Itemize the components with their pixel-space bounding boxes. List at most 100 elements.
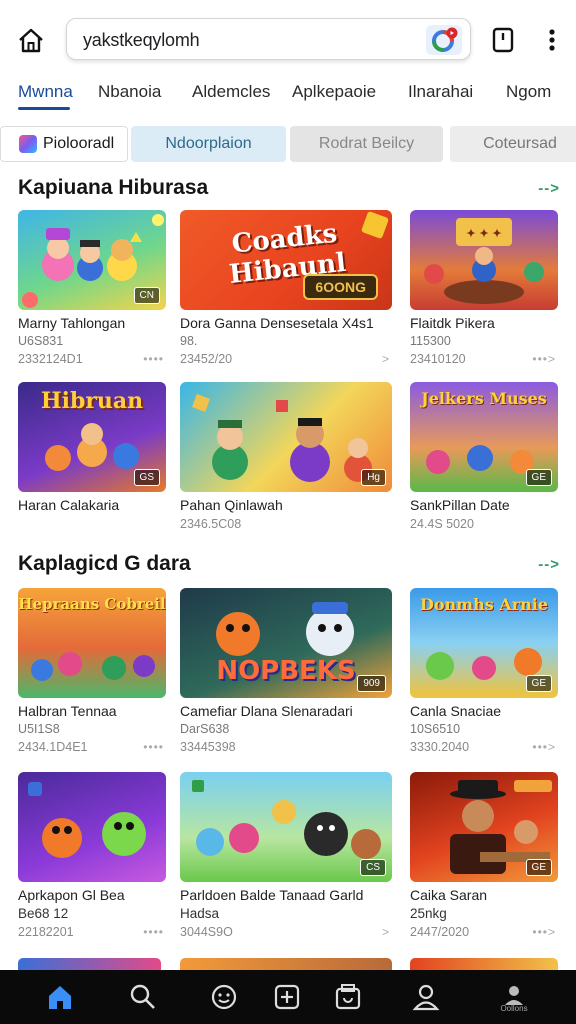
card-subtitle: DarS638 — [180, 722, 230, 736]
card-thumbnail: Donmhs Arnie GE — [410, 588, 558, 698]
card-badge: 909 — [357, 675, 386, 692]
section-title: Kapiuana Hiburasa — [18, 176, 209, 199]
chip-4[interactable]: Coteursad — [450, 126, 576, 162]
card-title: SankPillan Date — [410, 497, 510, 513]
chip-3[interactable]: Rodrat Beilcy — [290, 126, 443, 162]
card-title: Haran Calakaria — [18, 497, 120, 513]
card-subtitle: 115300 — [410, 334, 451, 348]
nav-item-3[interactable]: Aldemcles — [192, 82, 270, 102]
card-thumbnail: Coadks Hibaunl 6OONG — [180, 210, 392, 310]
card-date: 3330.2040 •••> — [410, 740, 558, 754]
card-date: 2434.1D4E1 •••• — [18, 740, 166, 754]
card-date: 2332124D1 •••• — [18, 352, 166, 366]
card-date-text: 2434.1D4E1 — [18, 740, 88, 754]
content-card[interactable]: Jelkers Muses GE SankPillan Date 24.4S 5… — [410, 382, 558, 531]
more-dots-icon[interactable]: •••• — [143, 740, 164, 754]
nav-item-5[interactable]: Ilnarahai — [408, 82, 473, 102]
card-badge: GS — [133, 469, 160, 486]
chevron-right-icon[interactable]: > — [382, 925, 390, 939]
more-dots-icon[interactable]: •••> — [532, 740, 556, 754]
card-title: Canla Snaciae — [410, 703, 502, 719]
card-thumbnail: ✦ ✦ ✦ — [410, 210, 558, 310]
url-bar[interactable]: yakstkeqylomh — [66, 18, 471, 60]
card-date-text: 3044S9O — [180, 925, 233, 939]
chip-label: Coteursad — [483, 135, 557, 152]
card-subtitle: 98. — [180, 334, 198, 348]
card-title: Dora Ganna Densesetala X4s1 — [180, 315, 374, 331]
card-thumbnail — [18, 772, 166, 882]
overflow-menu-icon[interactable] — [542, 26, 562, 54]
content-card[interactable]: Hg Pahan Qinlawah 2346.5C08 — [180, 382, 392, 531]
card-date: 23452/20 > — [180, 352, 392, 366]
content-card[interactable]: CS Parldoen Balde Tanaad Garld Hadsa 304… — [180, 772, 392, 939]
chevron-right-icon[interactable]: > — [382, 352, 390, 366]
content-card[interactable]: Donmhs Arnie GE Canla Snaciae 10S6510 33… — [410, 588, 558, 754]
account-label: Oollons — [500, 1004, 528, 1013]
card-thumbnail: Hibruan GS — [18, 382, 166, 492]
card-date-text: 24.4S 5020 — [410, 517, 474, 531]
library-icon[interactable] — [331, 980, 365, 1014]
nav-item-6[interactable]: Ngom — [506, 82, 551, 102]
card-date: 2346.5C08 — [180, 517, 392, 531]
tabs-icon[interactable] — [491, 26, 515, 54]
chip-label: Rodrat Beilcy — [318, 135, 415, 152]
content-card[interactable]: Aprkapon Gl Bea Be68 12 22182201 •••• — [18, 772, 166, 939]
thumbnail-sub-badge: 6OONG — [303, 274, 378, 300]
card-thumbnail: GE — [410, 772, 558, 882]
section-title: Kaplagicd G dara — [18, 552, 191, 575]
card-title: Marny Tahlongan — [18, 315, 126, 331]
content-card[interactable]: Hibruan GS Haran Calakaria — [18, 382, 166, 513]
home-icon[interactable] — [16, 26, 46, 54]
url-text[interactable]: yakstkeqylomh — [83, 30, 200, 51]
card-subtitle: 10S6510 — [410, 722, 461, 736]
category-nav: Mwnna Nbanoia Aldemcles Aplkepaoie Ilnar… — [0, 76, 576, 116]
card-title: Aprkapon Gl Bea — [18, 887, 125, 903]
more-dots-icon[interactable]: •••> — [532, 352, 556, 366]
content-card[interactable]: CN Marny Tahlongan U6S831 2332124D1 •••• — [18, 210, 166, 366]
more-arrow-icon[interactable]: --> — [538, 556, 560, 573]
bottom-navigation: Oollons — [0, 970, 576, 1024]
more-dots-icon[interactable]: •••> — [532, 925, 556, 939]
card-title: Flaitdk Pikera — [410, 315, 495, 331]
card-date: 33445398 — [180, 740, 392, 754]
card-badge: GE — [525, 675, 552, 692]
card-thumbnail: NOPBEKS 909 — [180, 588, 392, 698]
card-date-text: 3330.2040 — [410, 740, 470, 754]
content-card[interactable]: ✦ ✦ ✦ Flaitdk Pikera 115300 23410120 •••> — [410, 210, 558, 366]
card-title: Camefiar Dlana Slenaradari — [180, 703, 353, 719]
card-date-text: 23410120 — [410, 352, 466, 366]
profile-icon[interactable] — [409, 980, 443, 1014]
more-dots-icon[interactable]: •••• — [143, 925, 164, 939]
card-badge: CS — [360, 859, 386, 876]
card-subtitle: Be68 12 — [18, 906, 69, 921]
card-badge: Hg — [361, 469, 386, 486]
card-thumbnail: Hepraans Cobreil — [18, 588, 166, 698]
nav-item-1[interactable]: Mwnna — [18, 82, 73, 102]
card-date-text: 2447/2020 — [410, 925, 470, 939]
home-icon[interactable] — [43, 980, 77, 1014]
card-date: 23410120 •••> — [410, 352, 558, 366]
card-title: Caika Saran — [410, 887, 488, 903]
chip-2[interactable]: Ndoorplaion — [131, 126, 286, 162]
chip-app-icon — [19, 135, 37, 153]
content-card[interactable]: GE Caika Saran 25nkg 2447/2020 •••> — [410, 772, 558, 939]
more-dots-icon[interactable]: •••• — [143, 352, 164, 366]
site-app-icon[interactable] — [426, 25, 462, 55]
card-date-text: 33445398 — [180, 740, 236, 754]
chip-label: Piolooradl — [43, 135, 115, 152]
more-arrow-icon[interactable]: --> — [538, 180, 560, 197]
nav-item-4[interactable]: Aplkepaoie — [292, 82, 376, 102]
face-icon[interactable] — [207, 980, 241, 1014]
search-icon[interactable] — [126, 980, 160, 1014]
content-card[interactable]: Hepraans Cobreil Halbran Tennaa U5I1S8 2… — [18, 588, 166, 754]
card-title: Parldoen Balde Tanaad Garld — [180, 887, 364, 903]
chip-1[interactable]: Piolooradl — [0, 126, 128, 162]
nav-item-2[interactable]: Nbanoia — [98, 82, 161, 102]
card-date: 24.4S 5020 — [410, 517, 558, 531]
card-subtitle: U5I1S8 — [18, 722, 60, 736]
card-badge: GE — [525, 469, 552, 486]
add-icon[interactable] — [270, 980, 304, 1014]
card-date-text: 23452/20 — [180, 352, 233, 366]
content-card[interactable]: NOPBEKS 909 Camefiar Dlana Slenaradari D… — [180, 588, 392, 754]
content-card[interactable]: Coadks Hibaunl 6OONG Dora Ganna Denseset… — [180, 210, 392, 366]
